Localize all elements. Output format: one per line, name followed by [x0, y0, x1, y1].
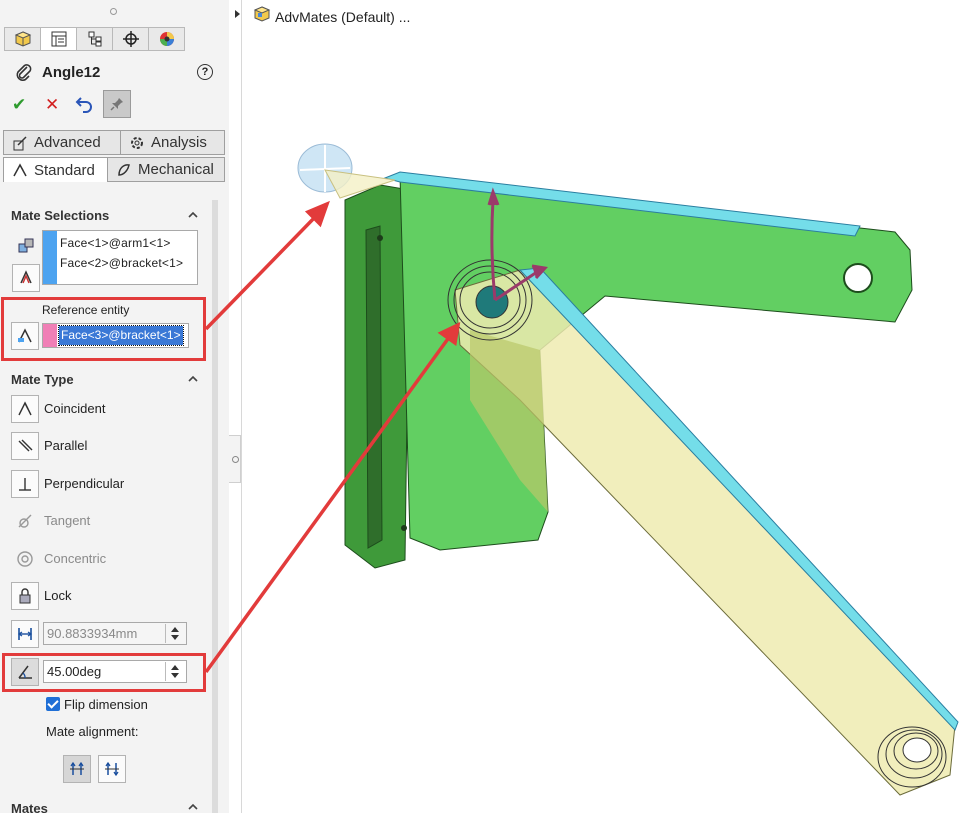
standard-mates-icon: [13, 163, 27, 177]
bracket-inner-face: [365, 225, 383, 549]
angle-callout-box: [2, 653, 206, 692]
mechanical-mates-icon: [118, 163, 130, 176]
anti-aligned-button[interactable]: [98, 755, 126, 783]
lock-label: Lock: [44, 588, 72, 603]
mate-selections-list[interactable]: Face<1>@arm1<1> Face<2>@bracket<1>: [42, 230, 198, 285]
tab-mechanical-label: Mechanical: [138, 161, 214, 178]
concentric-option[interactable]: Concentric: [11, 545, 106, 573]
concentric-label: Concentric: [44, 551, 107, 566]
lock-option[interactable]: Lock: [11, 582, 71, 610]
mate-alignment-label: Mate alignment:: [46, 724, 139, 739]
property-manager-panel: Angle12 ? ✔ ✕ Advanced Analysis Standard…: [0, 0, 230, 816]
multiple-mate-icon: [20, 270, 32, 284]
bracket-hole: [843, 263, 873, 293]
flip-dimension-label: Flip dimension: [64, 697, 148, 712]
display-manager-icon: [159, 32, 174, 46]
panel-splitter[interactable]: [229, 0, 242, 813]
paperclip-icon: [16, 64, 32, 81]
tangent-option[interactable]: Tangent: [11, 507, 90, 535]
multiple-mate-mode-button[interactable]: [12, 264, 40, 292]
arm-top-edge: [518, 267, 959, 731]
collapse-mate-type-icon[interactable]: [187, 373, 199, 385]
distance-field[interactable]: 90.8833934mm: [43, 622, 187, 645]
collapse-mate-selections-icon[interactable]: [187, 209, 199, 221]
page-title: Angle12: [42, 64, 101, 81]
undo-icon[interactable]: [75, 95, 93, 113]
configuration-manager-icon: [88, 31, 101, 47]
selection-color-stripe: [43, 231, 57, 284]
collapse-mates-icon[interactable]: [187, 801, 199, 813]
parallel-icon: [11, 432, 39, 460]
aligned-button[interactable]: [63, 755, 91, 783]
coincident-option[interactable]: Coincident: [11, 395, 105, 423]
panel-scrollbar[interactable]: [212, 200, 218, 813]
perpendicular-option[interactable]: Perpendicular: [11, 470, 124, 498]
tab-analysis[interactable]: Analysis: [120, 130, 225, 155]
tab-mechanical[interactable]: Mechanical: [107, 157, 225, 182]
tab-feature-manager[interactable]: [4, 27, 41, 51]
tangent-label: Tangent: [44, 513, 91, 528]
feature-manager-icon: [14, 31, 31, 47]
analysis-gear-icon: [131, 136, 143, 149]
tab-display-manager[interactable]: [148, 27, 185, 51]
advanced-mates-icon: [13, 135, 27, 150]
tab-standard-label: Standard: [34, 161, 95, 179]
expand-tree-icon[interactable]: [235, 10, 240, 18]
distance-mate-button[interactable]: [11, 620, 39, 648]
mate-type-heading: Mate Type: [11, 372, 74, 387]
splitter-handle[interactable]: [229, 435, 241, 483]
help-icon[interactable]: ?: [197, 64, 213, 80]
tab-property-manager[interactable]: [40, 27, 77, 51]
perpendicular-label: Perpendicular: [44, 476, 125, 491]
dimxpert-manager-icon: [122, 31, 139, 47]
tab-dimxpert-manager[interactable]: [112, 27, 149, 51]
keep-visible-pushpin-button[interactable]: [103, 90, 131, 118]
distance-icon: [17, 628, 33, 640]
concentric-icon: [11, 545, 39, 573]
tangent-icon: [11, 507, 39, 535]
property-manager-icon: [51, 31, 66, 47]
tab-configuration-manager[interactable]: [76, 27, 113, 51]
bracket-mount-hole: [401, 525, 407, 531]
coincident-icon: [11, 395, 39, 423]
aligned-icon: [70, 761, 84, 775]
perpendicular-icon: [11, 470, 39, 498]
parallel-label: Parallel: [44, 438, 88, 453]
pushpin-icon: [110, 98, 123, 111]
parallel-option[interactable]: Parallel: [11, 432, 87, 460]
manager-tab-bar: [4, 27, 185, 51]
list-item[interactable]: Face<1>@arm1<1>: [60, 236, 171, 250]
graphics-viewport[interactable]: [242, 0, 960, 813]
tab-analysis-label: Analysis: [151, 134, 207, 151]
mate-selections-heading: Mate Selections: [11, 208, 110, 223]
tab-standard[interactable]: Standard: [3, 157, 108, 182]
mates-heading: Mates: [11, 801, 48, 816]
tab-advanced-label: Advanced: [34, 134, 101, 151]
cancel-button[interactable]: ✕: [45, 95, 59, 115]
ok-button[interactable]: ✔: [12, 95, 26, 115]
list-item[interactable]: Face<2>@bracket<1>: [60, 256, 183, 270]
distance-value: 90.8833934mm: [47, 626, 138, 641]
panel-grip-icon[interactable]: [110, 8, 117, 15]
tab-advanced[interactable]: Advanced: [3, 130, 121, 155]
lock-icon: [11, 582, 39, 610]
distance-spinner[interactable]: [165, 624, 185, 643]
flip-dimension-checkbox[interactable]: [46, 697, 60, 711]
reference-entity-callout-box: [1, 297, 206, 361]
coincident-label: Coincident: [44, 401, 106, 416]
mate-selections-icon: [12, 232, 40, 260]
anti-aligned-icon: [105, 761, 119, 777]
bracket-mount-hole: [377, 235, 383, 241]
